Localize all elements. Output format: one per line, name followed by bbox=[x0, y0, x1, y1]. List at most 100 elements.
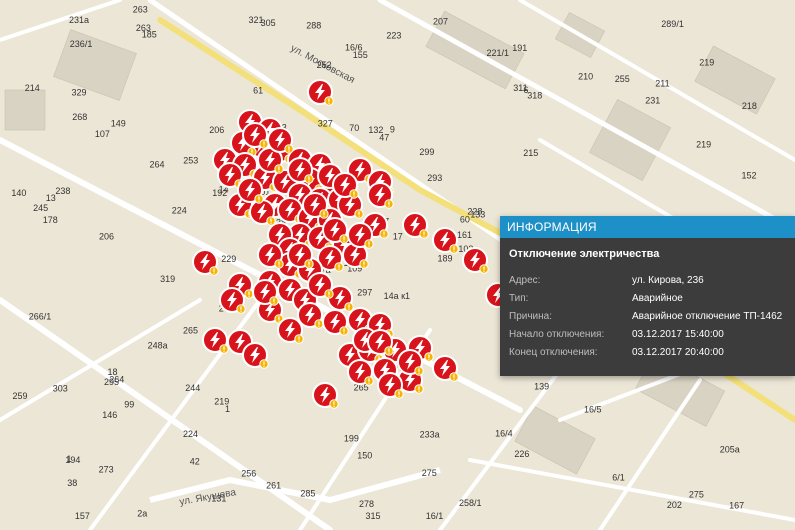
outage-marker[interactable] bbox=[377, 372, 404, 399]
building-number: 219 bbox=[214, 397, 229, 407]
popup-title: Отключение электричества bbox=[509, 248, 660, 260]
outage-marker[interactable] bbox=[252, 279, 279, 306]
building-number: 13 bbox=[46, 193, 56, 203]
building-number: 238 bbox=[55, 186, 70, 196]
building-number: 61 bbox=[253, 86, 263, 96]
building-number: 178 bbox=[43, 215, 58, 225]
building-number: 146 bbox=[102, 410, 117, 420]
popup-label: Адрес: bbox=[509, 275, 541, 286]
building-number: 315 bbox=[366, 511, 381, 521]
popup-row-end: Конец отключения: 03.12.2017 20:40:00 bbox=[500, 344, 795, 362]
building-number: 289/1 bbox=[661, 19, 684, 29]
outage-marker[interactable] bbox=[312, 382, 339, 409]
building-number: 311 bbox=[513, 83, 527, 93]
outage-marker[interactable] bbox=[322, 217, 349, 244]
building-number: 219 bbox=[696, 139, 711, 149]
outage-marker[interactable] bbox=[397, 349, 424, 376]
outage-marker[interactable] bbox=[332, 172, 359, 199]
outage-marker[interactable] bbox=[249, 199, 276, 226]
outage-marker[interactable] bbox=[287, 157, 314, 184]
building-number: 264 bbox=[150, 160, 165, 170]
popup-row-reason: Причина: Аварийное отключение ТП-1462 bbox=[500, 308, 795, 326]
popup-header: ИНФОРМАЦИЯ bbox=[500, 216, 795, 238]
outage-marker[interactable] bbox=[462, 247, 489, 274]
outage-marker[interactable] bbox=[237, 177, 264, 204]
popup-value: Аварийное отключение ТП-1462 bbox=[632, 311, 783, 322]
building-number: 140 bbox=[11, 188, 26, 198]
outage-marker[interactable] bbox=[347, 222, 374, 249]
building-number: 131 bbox=[211, 494, 226, 504]
building-number: 211 bbox=[655, 79, 669, 89]
building-number: 297 bbox=[357, 287, 372, 297]
building-number: 299 bbox=[419, 147, 434, 157]
outage-marker[interactable] bbox=[202, 327, 229, 354]
outage-marker[interactable] bbox=[277, 317, 304, 344]
building-number: 139 bbox=[534, 382, 549, 392]
building-number: 219 bbox=[699, 58, 714, 68]
popup-label: Начало отключения: bbox=[509, 329, 605, 340]
building-number: 47 bbox=[379, 132, 389, 142]
building-number: 99 bbox=[124, 400, 134, 410]
building-number: 236/1 bbox=[70, 39, 93, 49]
outage-marker[interactable] bbox=[432, 355, 459, 382]
building-number: 226 bbox=[514, 449, 529, 459]
outage-marker[interactable] bbox=[307, 272, 334, 299]
outage-marker[interactable] bbox=[302, 192, 329, 219]
building-number: 266/1 bbox=[29, 311, 52, 321]
outage-marker[interactable] bbox=[347, 359, 374, 386]
building-number: 265 bbox=[183, 326, 198, 336]
building-number: 244 bbox=[185, 383, 200, 393]
building-number: 2а bbox=[137, 509, 147, 519]
outage-marker[interactable] bbox=[402, 212, 429, 239]
building-number: 268 bbox=[72, 112, 87, 122]
building-number: 194 bbox=[65, 455, 80, 465]
outage-marker[interactable] bbox=[257, 242, 284, 269]
building-number: 210 bbox=[578, 72, 593, 82]
building-number: 255 bbox=[615, 74, 630, 84]
building-number: 14а к1 bbox=[384, 291, 410, 301]
building-number: 6/1 bbox=[612, 472, 625, 482]
outage-marker[interactable] bbox=[242, 342, 269, 369]
building-number: 233а bbox=[420, 429, 440, 439]
outage-marker[interactable] bbox=[367, 329, 394, 356]
outage-marker[interactable] bbox=[297, 302, 324, 329]
building-number: 16/1 bbox=[426, 511, 444, 521]
building-number: 275 bbox=[422, 468, 437, 478]
building-number: 150 bbox=[357, 451, 372, 461]
building-number: 221/1 bbox=[487, 48, 510, 58]
building-number: 258/1 bbox=[459, 498, 482, 508]
outage-marker[interactable] bbox=[242, 122, 269, 149]
popup-label: Конец отключения: bbox=[509, 347, 598, 358]
building-number: 107 bbox=[95, 129, 110, 139]
outage-marker[interactable] bbox=[367, 182, 394, 209]
building-number: 319 bbox=[160, 274, 175, 284]
outage-marker[interactable] bbox=[192, 249, 219, 276]
building-number: 231 bbox=[645, 95, 660, 105]
building-number: 207 bbox=[433, 16, 448, 26]
outage-marker[interactable] bbox=[267, 127, 294, 154]
building-number: 327 bbox=[318, 118, 333, 128]
popup-details: Адрес: ул. Кирова, 236 Тип: Аварийное Прич… bbox=[500, 266, 795, 362]
building-number: 231а bbox=[69, 15, 89, 25]
building-number: 228 bbox=[467, 206, 482, 216]
building-number: 218 bbox=[742, 101, 757, 111]
building-number: 245 bbox=[33, 203, 48, 213]
building-number: 215 bbox=[523, 148, 538, 158]
outage-marker[interactable] bbox=[432, 227, 459, 254]
outage-marker[interactable] bbox=[322, 309, 349, 336]
outage-marker[interactable] bbox=[287, 242, 314, 269]
outage-marker[interactable] bbox=[219, 287, 246, 314]
building-number: 288 bbox=[306, 20, 321, 30]
building-number: 329 bbox=[72, 88, 87, 98]
popup-label: Тип: bbox=[509, 293, 529, 304]
building-number: 157 bbox=[75, 511, 90, 521]
building-number: 248а bbox=[148, 341, 168, 351]
outage-marker[interactable] bbox=[307, 79, 334, 106]
building-number: 199 bbox=[344, 433, 359, 443]
building-number: 253 bbox=[183, 156, 198, 166]
building-number: 16/5 bbox=[584, 405, 602, 415]
building-number: 38 bbox=[67, 478, 77, 488]
building-number: 318 bbox=[527, 90, 542, 100]
building-number: 202 bbox=[667, 500, 682, 510]
building-number: 206 bbox=[209, 125, 224, 135]
